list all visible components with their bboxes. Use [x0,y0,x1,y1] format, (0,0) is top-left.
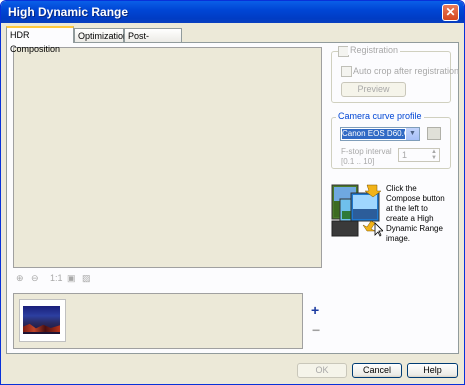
auto-crop-label: Auto crop after registration [353,66,460,76]
fit-window-icon[interactable]: ▣ [67,272,76,284]
fstop-value: 1 [402,150,408,160]
compose-icon [331,184,384,237]
spin-down-icon[interactable]: ▼ [431,155,437,161]
camera-profile-value: Canon EOS D60.C [342,129,405,139]
folder-icon[interactable] [427,127,441,140]
preview-button[interactable]: Preview [341,82,406,97]
registration-label: Registration [348,45,401,55]
fstop-range-label: [0.1 .. 10] [341,157,375,166]
zoom-in-icon[interactable]: ⊕ [16,272,24,284]
tab-hdr-composition[interactable]: HDR Composition [6,26,74,54]
tab-optimization[interactable]: Optimization [74,28,128,42]
compose-help-text: Click the Compose button at the left to … [386,184,445,243]
auto-crop-checkbox[interactable] [341,66,352,77]
cancel-button[interactable]: Cancel [352,363,402,378]
close-button[interactable]: ✕ [442,4,459,21]
title-bar: High Dynamic Range ✕ [1,1,464,23]
ok-button[interactable]: OK [297,363,347,378]
image-preview-area[interactable] [13,47,322,268]
fstop-spinner[interactable]: 1 ▲ ▼ [398,148,440,162]
help-button[interactable]: Help [407,363,458,378]
chevron-down-icon[interactable]: ▼ [406,128,419,140]
actual-size-button[interactable]: 1:1 [50,272,63,284]
fit-image-icon[interactable]: ▨ [82,272,91,284]
compose-button[interactable] [331,183,384,237]
tab-post-processing[interactable]: Post-processing [124,28,182,55]
remove-image-button[interactable]: − [312,322,320,338]
add-image-button[interactable]: + [311,302,319,318]
camera-profile-select[interactable]: Canon EOS D60.C ▼ [340,127,420,141]
camera-curve-legend: Camera curve profile [336,111,424,121]
fstop-label: F-stop interval [341,147,392,156]
close-icon: ✕ [445,5,456,19]
thumbnail-item[interactable] [19,299,66,342]
thumbnail-image [23,306,60,334]
window-title: High Dynamic Range [8,5,129,19]
zoom-out-icon[interactable]: ⊖ [31,272,39,284]
thumbnail-strip[interactable] [13,293,303,349]
